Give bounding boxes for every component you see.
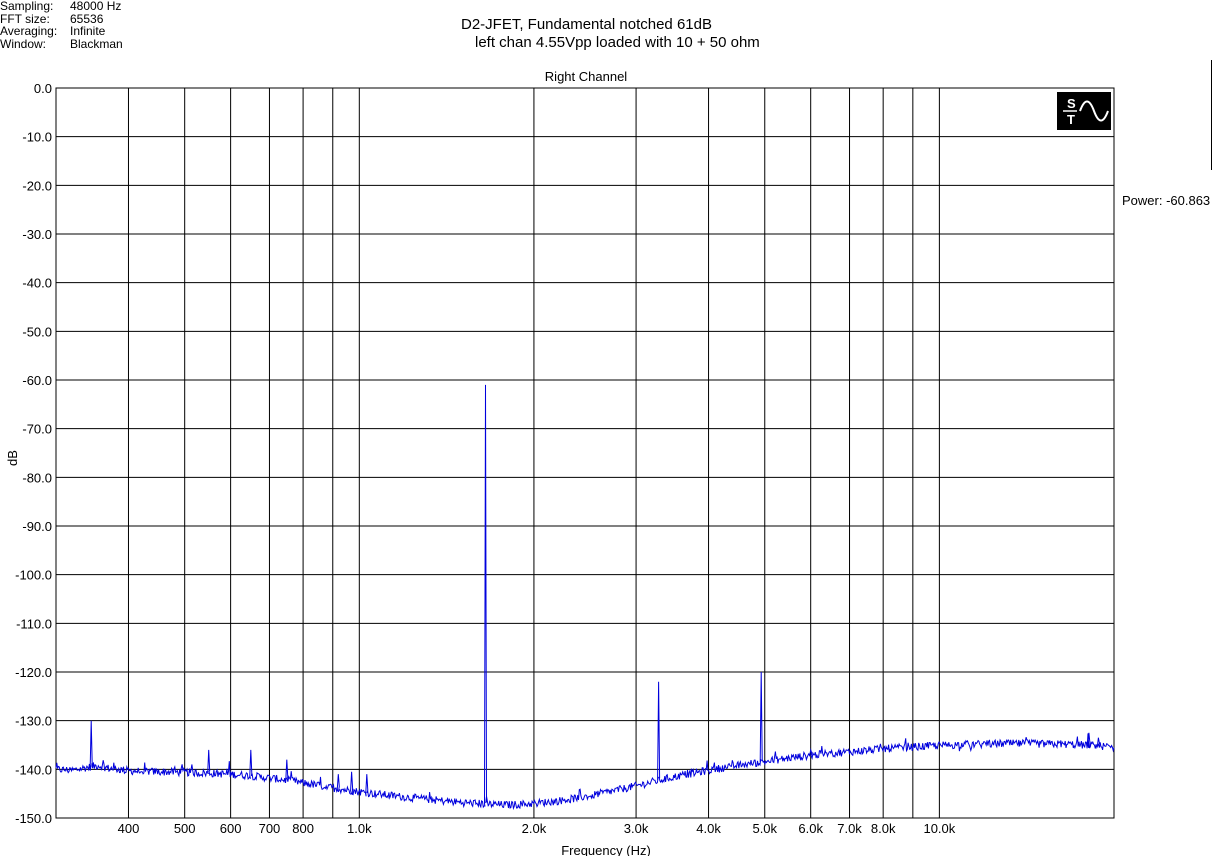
- spectrum-line: [55, 384, 1115, 811]
- svg-text:T: T: [1067, 112, 1075, 127]
- y-tick-label: -70.0: [22, 422, 52, 437]
- x-tick-label: 1.0k: [347, 821, 372, 836]
- x-tick-label: 4.0k: [696, 821, 721, 836]
- y-tick-label: -140.0: [15, 762, 52, 777]
- x-tick-label: 500: [174, 821, 196, 836]
- grid: [55, 87, 1115, 819]
- x-tick-label: 6.0k: [798, 821, 823, 836]
- y-tick-label: -60.0: [22, 373, 52, 388]
- x-tick-label: 2.0k: [522, 821, 547, 836]
- y-tick-label: -90.0: [22, 519, 52, 534]
- logo-letters: S: [1067, 96, 1076, 111]
- fft-chart: 0.0 -10.0 -20.0 -30.0 -40.0 -50.0 -60.0 -70.0 -8…: [5, 69, 1115, 856]
- y-axis-label: dB: [5, 450, 20, 466]
- y-tick-label: -100.0: [15, 568, 52, 583]
- y-tick-label: -30.0: [22, 227, 52, 242]
- x-tick-label: 10.0k: [923, 821, 955, 836]
- x-tick-label: 700: [259, 821, 281, 836]
- y-tick-labels: 0.0 -10.0 -20.0 -30.0 -40.0 -50.0 -60.0 -70.0 -8…: [15, 81, 52, 826]
- logo: S T: [1057, 92, 1111, 130]
- y-tick-label: -130.0: [15, 714, 52, 729]
- x-tick-label: 7.0k: [837, 821, 862, 836]
- x-tick-label: 3.0k: [624, 821, 649, 836]
- x-tick-label: 8.0k: [871, 821, 896, 836]
- y-tick-label: -110.0: [16, 616, 52, 631]
- y-tick-label: -80.0: [22, 470, 52, 485]
- x-axis-label: Frequency (Hz): [561, 843, 651, 856]
- y-tick-label: -20.0: [22, 178, 52, 193]
- chart-title: Right Channel: [545, 69, 627, 84]
- x-tick-label: 400: [118, 821, 140, 836]
- x-tick-labels: 400 500 600 700 800 1.0k 2.0k 3.0k 4.0k 5.0k 6.0k 7…: [118, 821, 956, 836]
- y-tick-label: -150.0: [15, 811, 52, 826]
- y-tick-label: -10.0: [22, 130, 52, 145]
- x-tick-label: 800: [292, 821, 314, 836]
- plot-frame: [55, 87, 1115, 819]
- y-tick-label: -40.0: [22, 276, 52, 291]
- x-tick-label: 600: [220, 821, 242, 836]
- x-tick-label: 5.0k: [752, 821, 777, 836]
- y-tick-label: -120.0: [15, 665, 52, 680]
- y-tick-label: -50.0: [22, 324, 52, 339]
- y-tick-label: 0.0: [34, 81, 52, 96]
